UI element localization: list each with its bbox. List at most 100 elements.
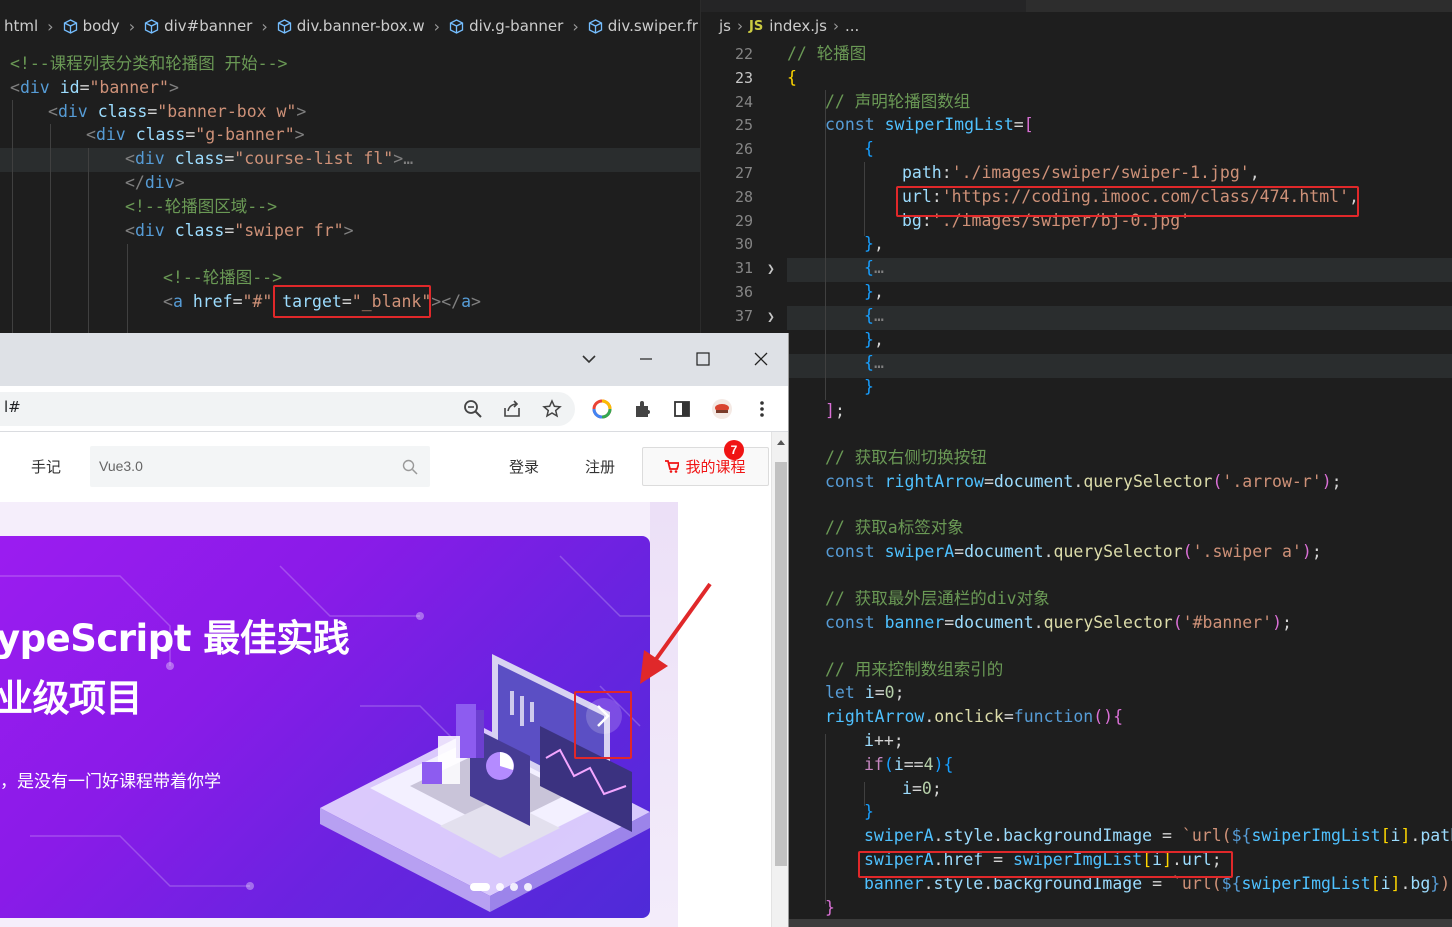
pagination-dot[interactable] <box>496 883 504 891</box>
code-line[interactable]: let i=0; <box>825 681 905 705</box>
code-token: { <box>864 353 874 372</box>
code-line[interactable]: path:'./images/swiper/swiper-1.jpg', <box>902 161 1260 185</box>
search-icon[interactable] <box>402 459 418 475</box>
code-line[interactable]: }, <box>864 232 884 256</box>
address-bar[interactable]: l# <box>0 392 575 426</box>
code-line[interactable]: swiperA.style.backgroundImage = `url(${s… <box>864 824 1452 848</box>
breadcrumb-item[interactable]: html › <box>0 17 59 36</box>
my-courses-button[interactable]: 我的课程 <box>642 447 769 486</box>
fold-chevron-icon[interactable]: ❯ <box>767 262 775 277</box>
code-line[interactable]: { <box>787 66 797 90</box>
code-line[interactable]: // 获取a标签对象 <box>825 516 964 540</box>
code-line[interactable]: const swiperA=document.querySelector('.s… <box>825 540 1322 564</box>
code-line[interactable]: <div class="course-list fl">… <box>125 147 413 171</box>
bookmark-star-icon[interactable] <box>539 396 565 422</box>
code-token: let <box>825 683 855 702</box>
pagination-dot[interactable] <box>510 883 518 891</box>
code-token: querySelector <box>1043 613 1173 632</box>
breadcrumb-item[interactable]: body › <box>59 17 141 36</box>
code-line[interactable]: {… <box>864 256 884 280</box>
code-line[interactable]: <!--课程列表分类和轮播图 开始--> <box>10 52 287 76</box>
editor-tab[interactable] <box>1026 0 1452 12</box>
close-icon[interactable] <box>743 341 779 377</box>
code-token: } <box>1430 874 1441 893</box>
breadcrumb-file[interactable]: index.js <box>769 17 827 35</box>
address-text[interactable]: l# <box>4 398 21 416</box>
nav-notes-link[interactable]: 手记 <box>31 456 61 477</box>
google-lens-icon[interactable] <box>589 396 615 422</box>
code-line[interactable]: <div class="g-banner"> <box>86 123 305 147</box>
profile-avatar-icon[interactable] <box>709 396 735 422</box>
code-token: path <box>1420 826 1452 845</box>
breadcrumb-item[interactable]: div.g-banner › <box>445 17 584 36</box>
code-line[interactable]: </div> <box>125 171 185 195</box>
breadcrumb-item[interactable]: div.banner-box.w › <box>273 17 445 36</box>
code-token: // 获取a标签对象 <box>825 518 964 537</box>
breadcrumb-label: html <box>4 17 39 35</box>
more-menu-icon[interactable] <box>749 396 775 422</box>
breadcrumb-more[interactable]: ... <box>845 17 859 35</box>
code-token: document <box>954 613 1034 632</box>
register-link[interactable]: 注册 <box>585 456 615 477</box>
code-line[interactable]: }, <box>864 328 884 352</box>
breadcrumb-label: div.g-banner <box>469 17 564 35</box>
code-line[interactable]: i++; <box>864 729 904 753</box>
code-line[interactable]: } <box>864 375 874 399</box>
browser-toolbar: l# <box>0 386 788 432</box>
code-line[interactable]: // 用来控制数组索引的 <box>825 658 1003 682</box>
code-line[interactable]: // 声明轮播图数组 <box>825 90 970 114</box>
pagination-dot[interactable] <box>524 883 532 891</box>
code-line[interactable]: {… <box>864 351 884 375</box>
code-line[interactable]: rightArrow.onclick=function(){ <box>825 705 1123 729</box>
login-link[interactable]: 登录 <box>509 456 539 477</box>
breadcrumb-label: div.banner-box.w <box>296 17 425 35</box>
pagination-dot[interactable] <box>470 883 490 891</box>
line-number: 23 <box>734 69 753 87</box>
extensions-puzzle-icon[interactable] <box>629 396 655 422</box>
code-token: // 获取右侧切换按钮 <box>825 448 987 467</box>
maximize-icon[interactable] <box>685 341 721 377</box>
vertical-scrollbar[interactable] <box>771 432 788 927</box>
share-icon[interactable] <box>499 396 525 422</box>
code-line[interactable]: const swiperImgList=[ <box>825 113 1034 137</box>
code-line[interactable]: ]; <box>825 399 845 423</box>
tab-search-chevron-down-icon[interactable] <box>571 341 607 377</box>
code-line[interactable]: <div class="swiper fr"> <box>125 219 354 243</box>
banner-right-blank <box>678 502 771 927</box>
horizontal-scrollbar[interactable] <box>701 919 1452 927</box>
code-token: banner <box>884 613 945 632</box>
minimize-icon[interactable] <box>628 341 664 377</box>
code-line[interactable]: const banner=document.querySelector('#ba… <box>825 611 1292 635</box>
scroll-up-arrow-icon[interactable] <box>776 438 786 446</box>
site-search-input[interactable]: Vue3.0 <box>90 446 430 487</box>
code-line[interactable]: { <box>864 137 874 161</box>
fold-chevron-icon[interactable]: ❯ <box>767 310 775 325</box>
element-cube-icon <box>63 18 77 34</box>
code-line[interactable]: // 获取最外层通栏的div对象 <box>825 587 1050 611</box>
code-line[interactable]: <div id="banner"> <box>10 76 179 100</box>
code-token: ; <box>1311 542 1322 561</box>
code-line[interactable]: } <box>864 800 874 824</box>
code-line[interactable]: <!--轮播图区域--> <box>125 195 277 219</box>
code-line[interactable]: }, <box>864 280 884 304</box>
code-line[interactable]: // 获取右侧切换按钮 <box>825 446 987 470</box>
breadcrumb-item[interactable]: div#banner › <box>140 17 273 36</box>
swiper-banner-link[interactable]: ypeScript 最佳实践 业级项目 ，是没有一门好课程带着你学 <box>0 536 650 918</box>
scrollbar-thumb[interactable] <box>775 462 787 866</box>
code-line[interactable]: i=0; <box>902 777 942 801</box>
code-line[interactable]: {… <box>864 304 884 328</box>
code-token: < <box>163 292 173 311</box>
code-token: < <box>10 77 20 97</box>
code-line[interactable]: // 轮播图 <box>787 42 866 66</box>
code-token: > <box>393 149 404 169</box>
code-line[interactable]: if(i==4){ <box>864 753 953 777</box>
code-line[interactable]: <!--轮播图--> <box>163 266 282 290</box>
code-line[interactable]: <div class="banner-box w"> <box>48 100 306 124</box>
code-line[interactable]: } <box>825 896 835 920</box>
code-line[interactable]: const rightArrow=document.querySelector(… <box>825 470 1342 494</box>
breadcrumb-item[interactable]: div.swiper.fr <box>584 17 698 35</box>
side-panel-icon[interactable] <box>669 396 695 422</box>
breadcrumb-folder[interactable]: js <box>719 17 731 35</box>
zoom-icon[interactable] <box>460 396 486 422</box>
code-token: ( <box>1182 542 1193 561</box>
